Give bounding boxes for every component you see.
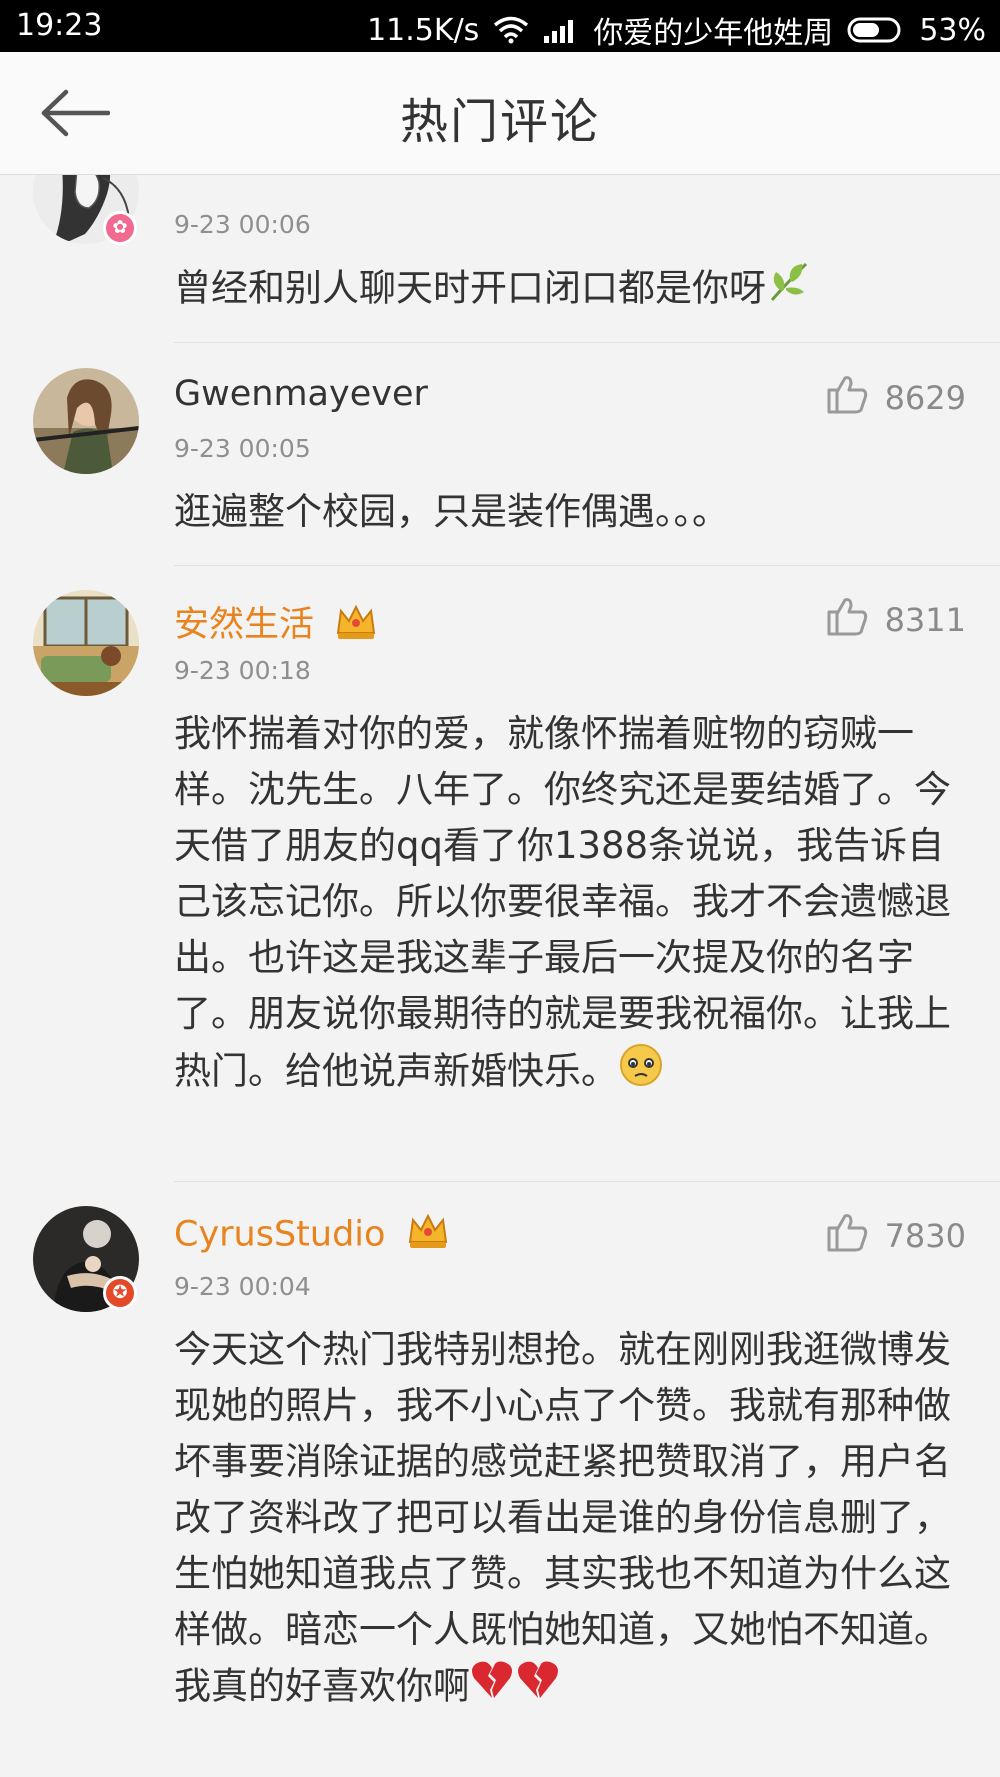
crown-icon xyxy=(335,603,377,650)
sad-face-icon xyxy=(618,1042,664,1104)
comment-username[interactable]: 安然生活 xyxy=(174,596,377,650)
comment-list[interactable]: ✿ 9-23 00:06 曾经和别人聊天时开口闭口都是你呀 Gwenmayeve… xyxy=(0,174,1000,1777)
status-time: 19:23 xyxy=(16,8,103,43)
wifi-icon xyxy=(493,16,529,44)
comment-text-content: 逛遍整个校园，只是装作偶遇。。。 xyxy=(174,490,729,533)
status-bar: 19:23 11.5K/s 你爱的少年他姓周 53% xyxy=(0,0,1000,52)
leaf-icon xyxy=(766,260,810,320)
comment-time: 9-23 00:04 xyxy=(174,1272,311,1301)
vip-badge: ✪ xyxy=(103,1276,137,1310)
comment-text: 我怀揣着对你的爱，就像怀揣着赃物的窃贼一样。沈先生。八年了。你终究还是要结婚了。… xyxy=(174,706,974,1104)
carrier-name: 你爱的少年他姓周 xyxy=(593,16,834,51)
like-count: 7830 xyxy=(884,1217,966,1255)
battery-icon xyxy=(847,16,905,44)
signal-icon xyxy=(543,16,579,44)
comment-text: 逛遍整个校园，只是装作偶遇。。。 xyxy=(174,484,974,540)
comment-item: 安然生活 8311 9-23 00:18 我怀揣着对你的爱，就像怀揣着赃物的窃贼… xyxy=(0,566,1000,1182)
comment-time: 9-23 00:18 xyxy=(174,656,311,685)
like-count: 8629 xyxy=(884,379,966,417)
comment-text-content: 我怀揣着对你的爱，就像怀揣着赃物的窃贼一样。沈先生。八年了。你终究还是要结婚了。… xyxy=(174,712,951,1093)
page-title: 热门评论 xyxy=(399,94,600,150)
battery-percent: 53% xyxy=(919,12,986,48)
username-text: CyrusStudio xyxy=(174,1214,386,1255)
like-button[interactable]: 8311 xyxy=(827,596,966,644)
nav-header: 热门评论 xyxy=(0,52,1000,175)
comment-username[interactable]: CyrusStudio xyxy=(174,1212,449,1259)
divider xyxy=(174,342,1000,343)
comment-text-content: 今天这个热门我特别想抢。就在刚刚我逛微博发现她的照片，我不小心点了个赞。我就有那… xyxy=(174,1328,951,1708)
avatar[interactable] xyxy=(33,590,139,696)
comment-time: 9-23 00:05 xyxy=(174,434,311,463)
comment-item: ✪ CyrusStudio 7830 9-23 00:04 今天这个热门我特别想… xyxy=(0,1182,1000,1777)
avatar[interactable] xyxy=(33,368,139,474)
comment-text: 今天这个热门我特别想抢。就在刚刚我逛微博发现她的照片，我不小心点了个赞。我就有那… xyxy=(174,1322,974,1718)
comment-username[interactable]: Gwenmayever xyxy=(174,374,428,414)
network-speed: 11.5K/s xyxy=(367,12,480,48)
comment-item: ✿ 9-23 00:06 曾经和别人聊天时开口闭口都是你呀 xyxy=(0,174,1000,344)
broken-heart-icon xyxy=(470,1658,562,1718)
thumbs-up-icon xyxy=(827,596,869,644)
crown-icon xyxy=(407,1212,449,1259)
status-right: 11.5K/s 你爱的少年他姓周 53% xyxy=(367,8,986,52)
comment-item: Gwenmayever 8629 9-23 00:05 逛遍整个校园，只是装作偶… xyxy=(0,344,1000,566)
thumbs-up-icon xyxy=(827,374,869,422)
comment-text: 曾经和别人聊天时开口闭口都是你呀 xyxy=(174,260,974,320)
verified-badge: ✿ xyxy=(103,211,137,245)
comment-time: 9-23 00:06 xyxy=(174,210,311,239)
like-button[interactable]: 8629 xyxy=(827,374,966,422)
like-count: 8311 xyxy=(884,601,966,639)
thumbs-up-icon xyxy=(827,1212,869,1260)
comment-text-content: 曾经和别人聊天时开口闭口都是你呀 xyxy=(174,266,766,310)
username-text: 安然生活 xyxy=(174,605,315,645)
like-button[interactable]: 7830 xyxy=(827,1212,966,1260)
